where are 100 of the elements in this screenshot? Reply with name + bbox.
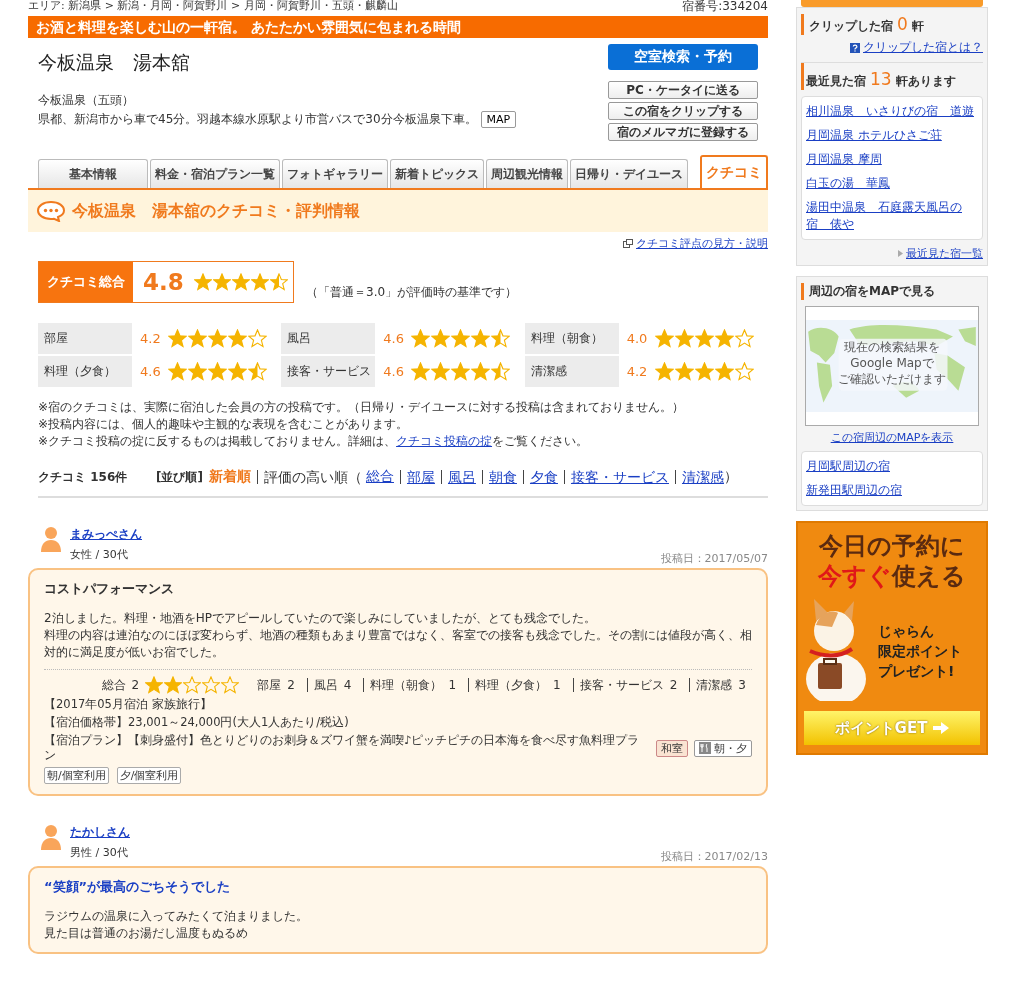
overall-label: クチコミ総合 <box>39 262 133 302</box>
star-icon <box>208 362 227 381</box>
rating-label: 風呂 <box>281 323 376 354</box>
rating-label: 料理（朝食） <box>524 323 619 354</box>
recent-inn-link[interactable]: 白玉の湯 華鳳 <box>806 175 890 192</box>
clip-count: 0 <box>897 14 908 34</box>
star-icon <box>248 329 267 348</box>
tab[interactable]: 日帰り・デイユース <box>570 159 688 188</box>
rating-score: 4.2 <box>626 364 649 379</box>
sort-link[interactable]: 総合 <box>365 468 394 486</box>
reviewer-name[interactable]: まみっぺさん <box>70 526 142 543</box>
review-text: 見た目は普通のお湯だし温度もぬるめ <box>44 925 249 942</box>
score-label: 清潔感 <box>696 678 733 692</box>
review-text: ラジウムの温泉に入ってみたくて泊まりました。 <box>44 908 309 925</box>
note-text: ※宿のクチコミは、実際に宿泊した会員の方の投稿です。（日帰り・デイユースに対する投稿は含まれておりません。） <box>38 399 686 416</box>
ad-text: プレゼント! <box>878 662 956 681</box>
reviewer-name[interactable]: たかしさん <box>70 824 130 841</box>
map-overlay-text: 現在の検索結果を <box>844 339 940 355</box>
clip-label: クリップした宿 <box>809 18 893 35</box>
help-link[interactable]: クチコミ評点の見方・説明 <box>636 235 768 251</box>
sort-link[interactable]: 風呂 <box>440 470 476 484</box>
rating-score: 4.6 <box>140 364 162 379</box>
map-button[interactable]: MAP <box>480 111 517 128</box>
review-title: コストパフォーマンス <box>44 580 175 598</box>
tab[interactable]: 基本情報 <box>38 159 148 188</box>
action-button[interactable]: PC・ケータイに送る <box>608 81 758 99</box>
rating-score: 4.0 <box>626 331 649 346</box>
ad-headline: 今日の予約に <box>818 531 966 561</box>
star-icon <box>250 273 269 291</box>
nearby-link[interactable]: 新発田駅周辺の宿 <box>806 482 902 499</box>
sort-link[interactable]: 清潔感 <box>674 470 724 484</box>
recent-unit: 軒あります <box>895 73 956 90</box>
clip-unit: 軒 <box>911 18 924 35</box>
action-button[interactable]: この宿をクリップする <box>608 102 758 120</box>
plan-tag: 朝・夕 <box>694 739 752 757</box>
recent-inn-link[interactable]: 湯田中温泉 石庭露天風呂の宿 俵や <box>806 199 966 233</box>
clip-help-link[interactable]: クリップした宿とは？ <box>863 39 983 56</box>
tab[interactable]: フォトギャラリー <box>282 159 388 188</box>
star-icon <box>654 362 674 381</box>
recent-list-link[interactable]: 最近見た宿一覧 <box>906 246 983 261</box>
star-icon <box>491 362 511 381</box>
rules-link[interactable]: クチコミ投稿の掟 <box>396 434 493 448</box>
score-value: 3 <box>738 678 746 692</box>
action-button[interactable]: 宿のメルマガに登録する <box>608 123 758 141</box>
sort-link[interactable]: 朝食 <box>481 470 517 484</box>
score-label: 総合 <box>101 676 126 694</box>
overall-score: 4.8 <box>143 269 184 295</box>
arrow-icon <box>933 722 950 734</box>
inn-number: 宿番号:334204 <box>682 0 768 14</box>
star-icon <box>451 329 471 348</box>
tab[interactable]: 周辺観光情報 <box>486 159 568 188</box>
star-icon <box>431 329 451 348</box>
rating-label: 料理（夕食） <box>38 356 132 387</box>
star-icon <box>145 676 164 694</box>
star-icon <box>183 676 202 694</box>
price-info: 【宿泊価格帯】23,001～24,000円(大人1人あたり/税込) <box>44 715 350 730</box>
star-icon <box>164 676 183 694</box>
ad-banner[interactable]: 今日の予約に 今すぐ使える じゃらん 限定ポイント プレゼント! ポイントGET <box>796 521 988 755</box>
score-value: 2 <box>669 678 678 692</box>
star-icon <box>228 329 247 348</box>
nearby-link[interactable]: 月岡駅周辺の宿 <box>806 458 890 475</box>
user-icon <box>40 824 62 850</box>
hotel-name: 今板温泉 湯本舘 <box>38 50 191 75</box>
recent-inn-link[interactable]: 相川温泉 いさりびの宿 道遊 <box>806 103 974 120</box>
map-frame[interactable]: 現在の検索結果を Google Mapで ご確認いただけます <box>805 306 979 426</box>
recent-inn-link[interactable]: 月岡温泉 摩周 <box>806 151 882 168</box>
breadcrumb: エリア: 新潟県 > 新潟・月岡・阿賀野川 > 月岡・阿賀野川・五頭・麒麟山 <box>28 0 398 14</box>
cutlery-icon <box>699 742 711 754</box>
catchphrase-banner: お酒と料理を楽しむ山の一軒宿。 あたたかい雰囲気に包まれる時間 <box>28 16 768 38</box>
sort-close: ） <box>723 468 738 486</box>
usage-tag: 朝/個室利用 <box>44 767 109 784</box>
score-label: 部屋 <box>257 677 282 692</box>
star-icon <box>212 273 231 291</box>
recent-label: 最近見た宿 <box>806 73 866 90</box>
map-link[interactable]: この宿周辺のMAPを表示 <box>830 431 954 444</box>
score-label: 料理（朝食） <box>370 678 443 692</box>
reviewer-profile: 男性 / 30代 <box>70 845 129 860</box>
star-icon <box>674 329 694 348</box>
rating-score: 4.2 <box>140 331 162 346</box>
sort-link[interactable]: 夕食 <box>522 470 558 484</box>
star-icon <box>694 329 714 348</box>
star-icon <box>228 362 247 381</box>
reserve-button[interactable]: 空室検索・予約 <box>608 44 758 70</box>
score-value: 2 <box>131 678 140 692</box>
sort-link[interactable]: 部屋 <box>399 470 435 484</box>
recent-inn-link[interactable]: 月岡温泉 ホテルひさご荘 <box>806 127 942 144</box>
star-icon <box>714 362 734 381</box>
star-icon <box>491 329 511 348</box>
review-title: “笑顔”が最高のごちそうでした <box>44 878 232 896</box>
tab[interactable]: 新着トピックス <box>390 159 484 188</box>
tab[interactable]: 料金・宿泊プラン一覧 <box>150 159 280 188</box>
ad-text: 限定ポイント <box>878 642 962 661</box>
triangle-icon <box>898 250 903 257</box>
note-text: ※投稿内容には、個人的趣味や主観的な表現を含むことがあります。 <box>38 416 410 433</box>
post-date: 投稿日：2017/05/07 <box>660 551 768 566</box>
star-icon <box>168 362 187 381</box>
star-icon <box>269 273 288 291</box>
star-icon <box>202 676 221 694</box>
plan-info: 【宿泊プラン】【刺身盛付】色とりどりのお刺身＆ズワイ蟹を満喫♪ピッチピチの日本海を食べ尽す魚料理プラン <box>44 733 641 763</box>
sort-link[interactable]: 接客・サービス <box>563 470 669 484</box>
